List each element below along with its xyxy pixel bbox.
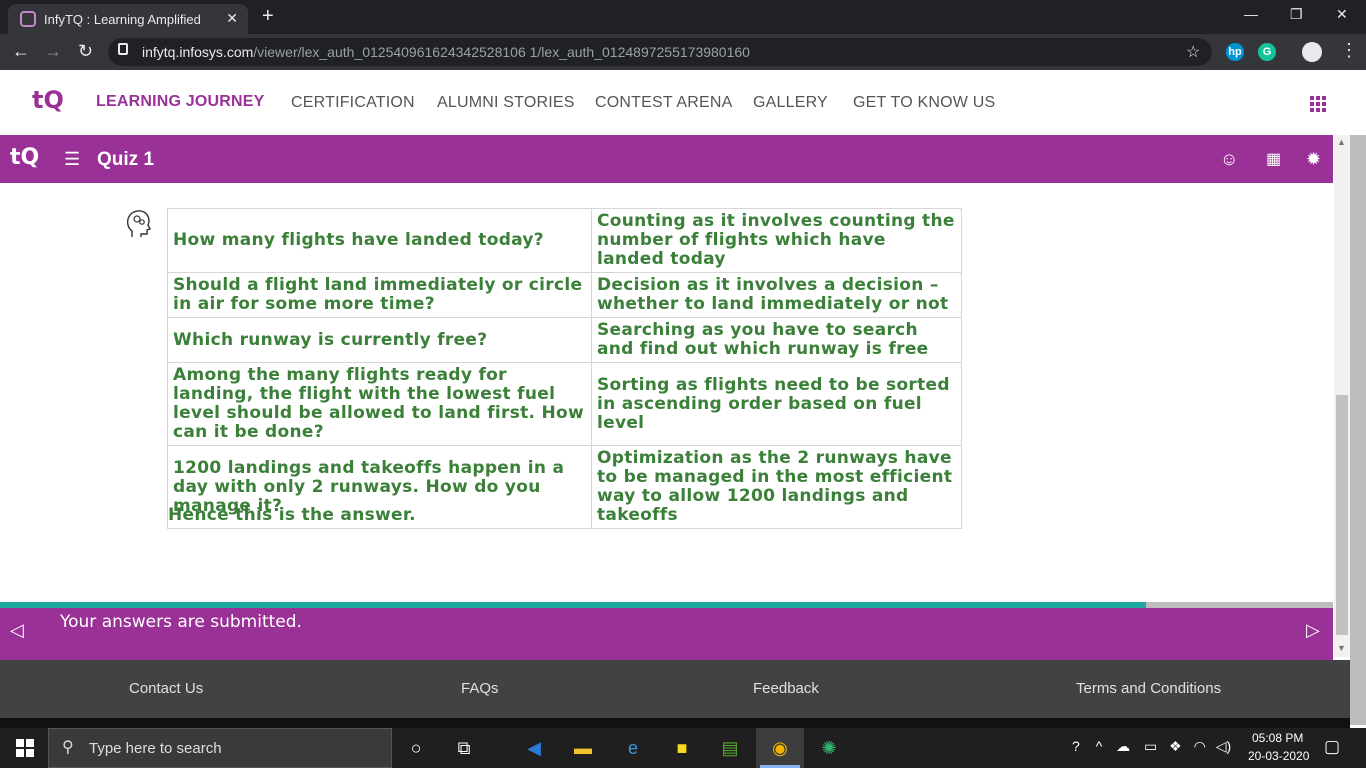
edge-icon[interactable]: e (621, 736, 645, 760)
search-icon: ⚲ (62, 739, 74, 756)
browser-toolbar: ← → ↻ infytq.infosys.com/viewer/lex_auth… (0, 34, 1366, 70)
dropbox-icon[interactable]: ❖ (1169, 738, 1182, 754)
nav-certification[interactable]: CERTIFICATION (291, 94, 415, 112)
menu-hamburger-icon[interactable]: ☰ (64, 149, 80, 170)
question-cell: Should a flight land immediately or circ… (167, 272, 592, 318)
footer-strip (0, 718, 1350, 728)
url-host: infytq.infosys.com (142, 44, 254, 60)
file-explorer-icon[interactable]: ▬ (571, 736, 595, 760)
cortana-icon[interactable]: ○ (404, 736, 428, 760)
minimize-button[interactable]: — (1244, 6, 1258, 22)
address-bar[interactable]: infytq.infosys.com/viewer/lex_auth_01254… (108, 38, 1212, 66)
table-row: How many flights have landed today? Count… (167, 208, 962, 273)
nav-get-to-know-us[interactable]: GET TO KNOW US (853, 94, 995, 112)
apps-grid-icon[interactable] (1310, 96, 1326, 112)
tab-title: InfyTQ : Learning Amplified (44, 11, 201, 27)
tray-chevron-icon[interactable]: ^ (1096, 738, 1103, 754)
table-row: Which runway is currently free? Searching… (167, 317, 962, 363)
answer-cell: Searching as you have to search and find… (591, 317, 962, 363)
table-row: Among the many flights ready for landing… (167, 362, 962, 446)
scroll-down-icon[interactable]: ▼ (1337, 643, 1346, 653)
question-cell: How many flights have landed today? (167, 208, 592, 273)
question-cell: Which runway is currently free? (167, 317, 592, 363)
cloud-icon[interactable]: ☁ (1116, 738, 1130, 754)
sticky-notes-icon[interactable]: ■ (670, 736, 694, 760)
profile-avatar[interactable] (1302, 42, 1322, 62)
browser-menu-icon[interactable]: ⋮ (1340, 40, 1358, 61)
url-path: /viewer/lex_auth_012540961624342528106 1… (253, 44, 750, 60)
nav-contest-arena[interactable]: CONTEST ARENA (595, 94, 732, 112)
nav-learning-journey[interactable]: LEARNING JOURNEY (96, 93, 265, 111)
windows-taskbar: Type here to search ⚲ ○ ⧉ ◀ ▬ e ■ ▤ ◉ ✺ … (0, 728, 1366, 768)
site-footer: Contact Us FAQs Feedback Terms and Condi… (0, 660, 1350, 718)
next-arrow-icon[interactable]: ▷ (1306, 620, 1320, 641)
previous-arrow-icon[interactable]: ◁ (10, 620, 24, 641)
hp-extension-icon[interactable]: hp (1226, 43, 1244, 61)
windows-start-icon[interactable] (16, 739, 34, 757)
clock-time[interactable]: 05:08 PM (1252, 731, 1303, 745)
settings-gear-icon[interactable]: ✹ (1306, 149, 1321, 170)
quiz-title: Quiz 1 (97, 149, 155, 170)
table-row: Should a flight land immediately or circ… (167, 272, 962, 318)
submission-message: Your answers are submitted. (60, 612, 302, 632)
atom-app-icon[interactable]: ✺ (817, 736, 841, 760)
restore-button[interactable]: ❐ (1290, 6, 1303, 23)
quiz-header-bar: tQ ☰ Quiz 1 ☺ ▦ ✹ (0, 135, 1333, 183)
wifi-icon[interactable]: ◠ (1194, 738, 1206, 754)
help-icon[interactable]: ? (1072, 738, 1080, 754)
thinking-head-icon (126, 210, 151, 237)
close-window-button[interactable]: ✕ (1336, 6, 1348, 23)
nav-alumni-stories[interactable]: ALUMNI STORIES (437, 94, 575, 112)
scroll-thumb[interactable] (1336, 395, 1348, 635)
footer-terms[interactable]: Terms and Conditions (1076, 680, 1221, 697)
answer-cell: Decision as it involves a decision – whe… (591, 272, 962, 318)
browser-tab-bar: InfyTQ : Learning Amplified ✕ + — ❐ ✕ (0, 0, 1366, 34)
grammarly-extension-icon[interactable]: G (1258, 43, 1276, 61)
infytq-logo[interactable]: tQ (32, 86, 64, 118)
footer-contact-us[interactable]: Contact Us (129, 680, 203, 697)
calendar-icon[interactable]: ▦ (1266, 149, 1281, 169)
submission-bar: ◁ Your answers are submitted. ▷ (0, 608, 1333, 660)
outer-scroll-track (1350, 135, 1366, 725)
taskbar-search-box[interactable]: Type here to search (48, 728, 392, 768)
scroll-up-icon[interactable]: ▲ (1337, 137, 1346, 147)
battery-icon[interactable]: ▭ (1144, 738, 1157, 754)
footer-feedback[interactable]: Feedback (753, 680, 819, 697)
question-cell: Among the many flights ready for landing… (167, 362, 592, 446)
back-arrow-icon[interactable]: ← (12, 41, 30, 62)
notification-icon[interactable]: ▢ (1324, 737, 1340, 757)
answer-table: How many flights have landed today? Count… (167, 208, 962, 529)
site-favicon-icon (20, 11, 36, 27)
browser-tab[interactable]: InfyTQ : Learning Amplified ✕ (8, 4, 248, 34)
reload-icon[interactable]: ↻ (78, 41, 93, 62)
site-header: tQ LEARNING JOURNEY CERTIFICATION ALUMNI… (0, 70, 1366, 135)
forward-arrow-icon[interactable]: → (44, 41, 62, 62)
app-icon[interactable]: ▤ (718, 736, 742, 760)
conclusion-text: Hence this is the answer. (168, 505, 416, 525)
vscode-icon[interactable]: ◀ (522, 736, 546, 760)
tab-close-icon[interactable]: ✕ (226, 10, 238, 27)
smiley-icon[interactable]: ☺ (1220, 149, 1238, 170)
answer-cell: Optimization as the 2 runways have to be… (591, 445, 962, 529)
answer-cell: Counting as it involves counting the num… (591, 208, 962, 273)
volume-icon[interactable]: ◁) (1216, 738, 1231, 754)
task-view-icon[interactable]: ⧉ (452, 736, 476, 760)
footer-faqs[interactable]: FAQs (461, 680, 499, 697)
quiz-logo: tQ (10, 145, 40, 170)
bookmark-star-icon[interactable]: ☆ (1186, 42, 1200, 62)
page-scrollbar[interactable]: ▲ ▼ (1334, 135, 1350, 657)
lock-icon[interactable] (118, 43, 128, 55)
chrome-icon[interactable]: ◉ (768, 736, 792, 760)
answer-cell: Sorting as flights need to be sorted in … (591, 362, 962, 446)
new-tab-button[interactable]: + (262, 5, 274, 28)
clock-date[interactable]: 20-03-2020 (1248, 749, 1309, 763)
nav-gallery[interactable]: GALLERY (753, 94, 828, 112)
system-tray[interactable]: ? ^ ☁ ▭ ❖ ◠ ◁) (1072, 738, 1231, 755)
quiz-content: How many flights have landed today? Count… (0, 183, 1333, 603)
